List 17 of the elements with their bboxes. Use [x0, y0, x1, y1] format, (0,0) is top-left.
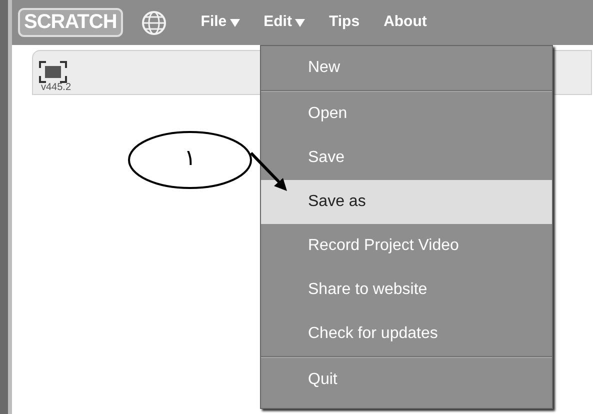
fullscreen-icon [39, 61, 67, 83]
menu-item[interactable]: About [378, 8, 433, 38]
version-label: v445.2 [41, 83, 72, 93]
menu-option[interactable]: New [261, 46, 552, 90]
menu-option[interactable]: Record Project Video [261, 224, 552, 268]
menu-item[interactable]: Edit [258, 8, 311, 38]
caret-icon [230, 18, 240, 26]
menu-option[interactable]: Quit [261, 358, 552, 402]
callout-drawing: ١ [127, 130, 289, 193]
menu-option[interactable]: Check for updates [261, 312, 552, 356]
globe-icon[interactable] [140, 10, 167, 36]
caret-icon [294, 18, 305, 26]
menu-item[interactable]: File [194, 8, 246, 38]
menu-option[interactable]: Save as [261, 180, 552, 224]
menu-option[interactable]: Share to website [261, 268, 552, 312]
menu-item[interactable]: Tips [322, 8, 366, 38]
scratch-logo[interactable]: SCRATCH [18, 8, 123, 37]
